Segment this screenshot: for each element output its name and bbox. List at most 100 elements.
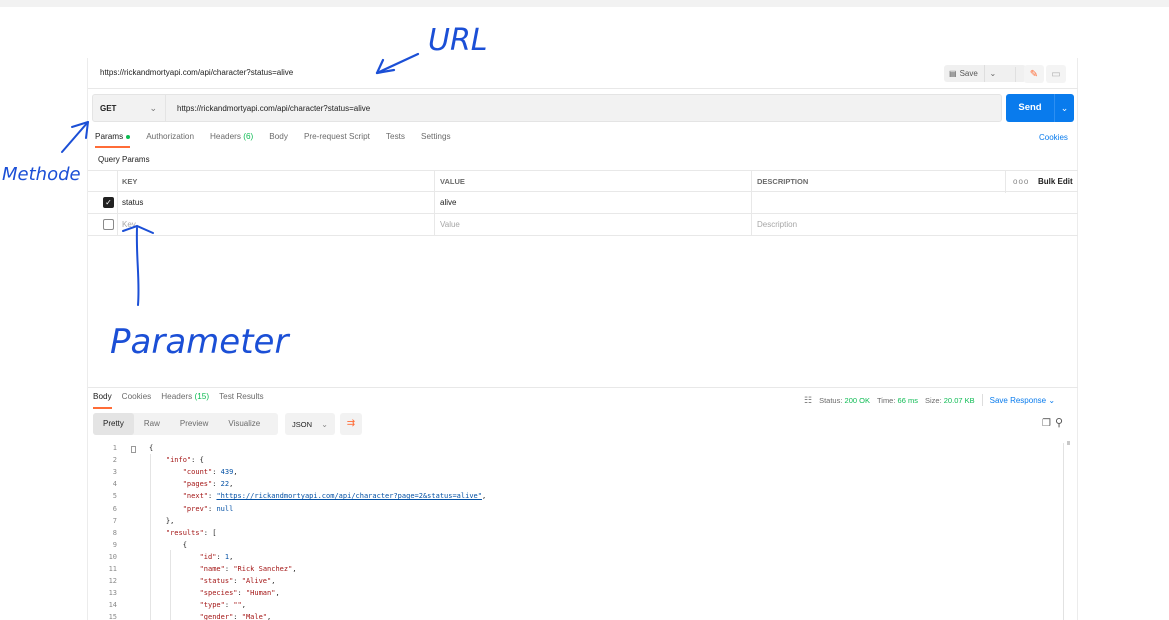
table-row: ✓ status alive — [88, 192, 1078, 214]
annotation-url-label: URL — [428, 23, 488, 58]
param-disabled-checkbox[interactable] — [103, 219, 114, 230]
line-number: 5 — [112, 492, 117, 501]
line-number: 7 — [112, 516, 117, 525]
chevron-down-icon: ⌄ — [149, 102, 157, 113]
line-number: 8 — [112, 528, 117, 537]
code-text: "next": "https://rickandmortyapi.com/api… — [182, 492, 487, 501]
code-text: "name": "Rick Sanchez", — [199, 565, 297, 573]
tab-headers[interactable]: Headers (6) — [210, 132, 253, 148]
code-text: }, — [149, 516, 175, 525]
format-select[interactable]: JSON ⌄ — [285, 413, 335, 435]
new-description-input[interactable]: Description — [757, 214, 797, 236]
tab-body[interactable]: Body — [269, 132, 288, 148]
request-tabs: Params Authorization Headers (6) Body Pr… — [95, 132, 467, 148]
wrap-lines-icon[interactable]: ⇉ — [340, 413, 362, 435]
chevron-down-icon: ⌄ — [321, 419, 328, 429]
copy-icon[interactable]: ❐ — [1042, 418, 1051, 429]
code-text: "info": { — [165, 456, 204, 465]
line-number: 4 — [112, 480, 117, 489]
value-column-header: VALUE — [440, 177, 465, 186]
save-dropdown-chevron-icon[interactable]: ⌄ — [985, 69, 1001, 78]
response-tabs: Body Cookies Headers (15) Test Results — [93, 392, 274, 409]
line-number: 3 — [112, 468, 117, 477]
param-enabled-checkbox[interactable]: ✓ — [103, 197, 114, 208]
header-divider — [1015, 67, 1016, 82]
save-icon: ▤ — [949, 69, 957, 78]
response-separator — [88, 387, 1078, 388]
tab-authorization[interactable]: Authorization — [146, 132, 194, 148]
scrollbar-track[interactable] — [1063, 443, 1064, 620]
tab-pre-request-script[interactable]: Pre-request Script — [304, 132, 370, 148]
edit-pencil-icon[interactable]: ✎ — [1024, 65, 1044, 83]
view-pretty[interactable]: Pretty — [93, 413, 134, 435]
table-row-empty: Key Value Description — [88, 214, 1078, 236]
line-number: 12 — [108, 577, 117, 586]
annotation-methode-arrowhead — [71, 121, 89, 139]
code-text: { — [149, 540, 187, 549]
code-text: "species": "Human", — [199, 589, 280, 598]
tab-response-body[interactable]: Body — [93, 392, 112, 409]
key-column-header: KEY — [122, 177, 138, 186]
view-preview[interactable]: Preview — [170, 413, 218, 435]
tab-test-results[interactable]: Test Results — [219, 392, 264, 409]
code-text: "id": 1, — [199, 552, 234, 561]
tab-settings[interactable]: Settings — [421, 132, 451, 148]
send-dropdown-chevron-icon[interactable]: ⌄ — [1055, 103, 1074, 114]
window-top-strip — [0, 0, 1169, 7]
send-button[interactable]: Send ⌄ — [1006, 94, 1074, 122]
tab-response-headers[interactable]: Headers (15) — [161, 392, 209, 409]
code-text: "prev": null — [182, 504, 234, 513]
method-select[interactable]: GET ⌄ — [93, 95, 166, 121]
line-number: 9 — [112, 540, 117, 549]
send-label: Send — [1006, 94, 1055, 122]
line-number: 15 — [108, 613, 117, 620]
comments-icon[interactable]: ▭ — [1046, 65, 1066, 83]
params-active-dot-icon — [126, 134, 131, 139]
annotation-methode-arrow — [61, 121, 89, 153]
line-number: 10 — [108, 552, 117, 561]
url-input[interactable] — [166, 95, 1001, 121]
code-text: { — [149, 444, 154, 452]
line-number: 1 — [112, 444, 117, 452]
search-icon[interactable]: ⚲ — [1055, 416, 1063, 429]
code-text: "gender": "Male", — [199, 613, 272, 620]
line-number: 6 — [112, 504, 117, 513]
more-options-icon[interactable]: ooo — [1013, 171, 1029, 193]
save-response-button[interactable]: Save Response ⌄ — [990, 396, 1055, 405]
method-label: GET — [100, 103, 117, 113]
size-value: 20.07 KB — [943, 395, 975, 405]
tab-params[interactable]: Params — [95, 132, 131, 148]
code-text: "pages": 22, — [182, 480, 234, 489]
tab-tests[interactable]: Tests — [386, 132, 405, 148]
param-value-cell[interactable]: alive — [440, 192, 456, 214]
view-visualize[interactable]: Visualize — [218, 413, 270, 435]
scrollbar-thumb[interactable] — [1067, 441, 1070, 445]
save-button[interactable]: ▤ Save ⌄ — [944, 65, 1026, 82]
bulk-edit-button[interactable]: Bulk Edit — [1038, 171, 1073, 193]
cookies-link[interactable]: Cookies — [1039, 133, 1068, 142]
status-value: 200 OK — [844, 395, 870, 405]
indent-guide — [150, 454, 151, 620]
line-number: 14 — [108, 601, 117, 610]
globe-icon[interactable]: ☷ — [804, 395, 812, 406]
new-key-input[interactable]: Key — [122, 214, 136, 236]
description-column-header: DESCRIPTION — [757, 177, 809, 186]
annotation-methode-label: Methode — [2, 164, 81, 185]
code-text: "status": "Alive", — [199, 577, 276, 586]
param-key-cell[interactable]: status — [122, 192, 143, 214]
save-label: Save — [959, 69, 978, 78]
response-view-selector: Pretty Raw Preview Visualize — [93, 413, 278, 435]
header-separator — [88, 88, 1078, 89]
view-raw[interactable]: Raw — [134, 413, 170, 435]
indent-guide — [170, 550, 171, 620]
postman-request-pane: https://rickandmortyapi.com/api/characte… — [87, 58, 1078, 620]
query-params-title: Query Params — [98, 155, 150, 164]
new-value-input[interactable]: Value — [440, 214, 460, 236]
fold-marker-icon[interactable] — [131, 446, 136, 453]
line-number: 2 — [112, 456, 117, 465]
request-bar: GET ⌄ — [92, 94, 1002, 122]
tab-response-cookies[interactable]: Cookies — [122, 392, 152, 409]
params-header-row: KEY VALUE DESCRIPTION ooo Bulk Edit — [88, 170, 1078, 193]
line-number: 13 — [108, 589, 117, 598]
code-text: "type": "", — [199, 601, 246, 610]
